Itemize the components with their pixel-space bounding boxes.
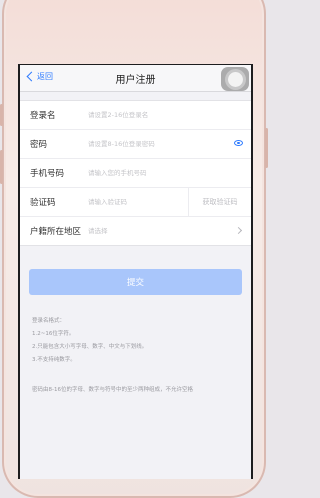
username-label: 登录名 bbox=[30, 111, 56, 121]
page-title: 用户注册 bbox=[115, 74, 156, 86]
code-row: 验证码 获取验证码 bbox=[20, 188, 251, 217]
registration-form: 登录名 密码 手机号码 验证码 获取验证码 户籍所在地区 bbox=[20, 100, 251, 246]
password-input[interactable] bbox=[88, 140, 251, 148]
region-label: 户籍所在地区 bbox=[30, 227, 82, 237]
username-input[interactable] bbox=[88, 111, 251, 119]
username-format-title: 登录名格式： bbox=[32, 318, 66, 324]
region-row[interactable]: 户籍所在地区 bbox=[20, 217, 251, 245]
assistive-touch-icon bbox=[227, 71, 243, 87]
chevron-left-icon bbox=[26, 71, 37, 82]
region-select[interactable] bbox=[88, 227, 251, 235]
back-label: 返回 bbox=[37, 72, 53, 81]
username-rule: 2.只能包含大小写字母、数字、中文与下划线。 bbox=[32, 344, 148, 350]
phone-input[interactable] bbox=[88, 169, 251, 177]
password-row: 密码 bbox=[20, 130, 251, 159]
submit-button[interactable]: 提交 bbox=[29, 269, 242, 295]
format-notes: 登录名格式： 1.2~16位字符。 2.只能包含大小写字母、数字、中文与下划线。… bbox=[32, 315, 251, 397]
phone-side-button bbox=[265, 128, 268, 168]
eye-icon[interactable] bbox=[234, 140, 243, 146]
back-button[interactable]: 返回 bbox=[26, 71, 53, 82]
phone-row: 手机号码 bbox=[20, 159, 251, 188]
password-rule: 密码由8-16位的字母、数字与符号中的至少两种组成，不允许空格 bbox=[32, 387, 193, 393]
username-row: 登录名 bbox=[20, 101, 251, 130]
get-code-button[interactable]: 获取验证码 bbox=[188, 188, 251, 216]
app-screen: 返回 用户注册 登录名 密码 手机号码 验证码 获取验证码 户籍所在地区 提交 bbox=[18, 64, 253, 479]
username-rule: 1.2~16位字符。 bbox=[32, 331, 75, 337]
phone-side-button bbox=[0, 150, 3, 184]
phone-side-button bbox=[0, 104, 3, 126]
password-label: 密码 bbox=[30, 140, 48, 150]
phone-label: 手机号码 bbox=[30, 169, 65, 179]
username-rule: 3.不支持纯数字。 bbox=[32, 357, 76, 363]
code-label: 验证码 bbox=[30, 198, 56, 208]
assistive-touch-button[interactable] bbox=[221, 67, 249, 91]
navigation-bar: 返回 用户注册 bbox=[20, 65, 251, 92]
